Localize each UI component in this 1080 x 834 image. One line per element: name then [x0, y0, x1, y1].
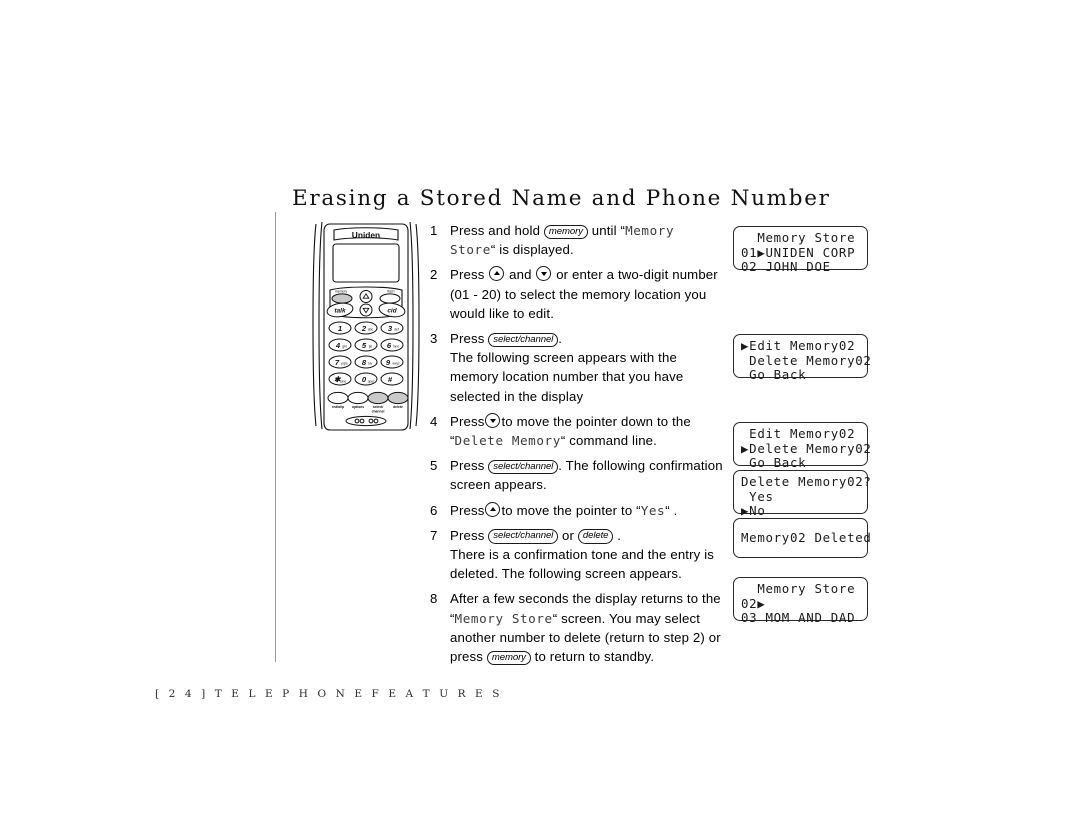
- lcd-quoted-text: Yes: [640, 502, 666, 518]
- svg-text:tuv: tuv: [368, 361, 373, 365]
- lcd-row: Delete Memory02?: [741, 474, 872, 489]
- svg-text:channel: channel: [372, 409, 385, 413]
- key-reference-select-channel: select/channel: [488, 459, 559, 475]
- lcd-row: 02 JOHN DOE: [741, 259, 831, 275]
- svg-text:pqrs: pqrs: [341, 361, 348, 365]
- phone-flash-key-label: flash: [387, 290, 394, 294]
- svg-text:delete: delete: [393, 405, 403, 409]
- lcd-row: Yes: [741, 488, 774, 504]
- up-arrow-icon: [485, 501, 501, 517]
- manual-page: Erasing a Stored Name and Phone Number U…: [0, 0, 1080, 834]
- phone-redial-key: [327, 391, 349, 405]
- svg-text:ghi: ghi: [342, 344, 347, 348]
- lcd-row: ▶No: [741, 503, 766, 519]
- step-number: 4: [430, 413, 438, 429]
- svg-text:options: options: [352, 405, 364, 409]
- svg-text:cid: cid: [387, 307, 397, 314]
- instruction-step: 4 Press to move the pointer down to the “D…: [430, 412, 725, 450]
- instruction-steps: 1 Press and hold memory until “Memory Sto…: [430, 221, 725, 672]
- lcd-row: 02▶: [741, 595, 766, 611]
- key-reference-memory: memory: [486, 650, 531, 666]
- instruction-step: 7 Press select/channel or delete . There …: [430, 526, 725, 584]
- lcd-row: 03 MOM AND DAD: [741, 610, 856, 626]
- instruction-step: 5 Press select/channel. The following con…: [430, 456, 725, 494]
- step-text: Press and hold memory until “Memory Stor…: [450, 223, 675, 258]
- instruction-step: 3 Press select/channel. The following scr…: [430, 329, 725, 406]
- lcd-row: Memory Store: [741, 581, 856, 596]
- lcd-row: Delete Memory02: [741, 352, 872, 368]
- page-title: Erasing a Stored Name and Phone Number: [292, 186, 831, 211]
- lcd-row: Memory Store: [741, 230, 856, 245]
- phone-options-key: [347, 391, 369, 405]
- lcd-memory-deleted-message: Memory02 Deleted: [733, 518, 871, 558]
- phone-memory-key: [331, 293, 353, 304]
- vertical-divider: [275, 212, 276, 662]
- phone-down-key: [359, 303, 373, 317]
- step-text: Press select/channel. The following scre…: [450, 331, 684, 404]
- page-footer: [ 2 4 ] T E L E P H O N E F E A T U R E …: [155, 688, 503, 700]
- step-number: 2: [430, 267, 438, 283]
- svg-text:oper: oper: [368, 380, 376, 384]
- step-number: 8: [430, 591, 438, 607]
- down-arrow-icon: [485, 412, 501, 428]
- lcd-delete-confirmation: Delete Memory02? Yes ▶No: [733, 470, 872, 518]
- instruction-step: 6 Press to move the pointer to “Yes“ .: [430, 501, 725, 520]
- phone-illustration: Uniden memory flash talk cid 1 2 3 4 5 6…: [310, 218, 422, 436]
- svg-text:jkl: jkl: [368, 344, 372, 348]
- lcd-row: 01▶UNIDEN CORP: [741, 244, 856, 260]
- step-number: 5: [430, 458, 438, 474]
- phone-up-key: [359, 290, 373, 303]
- step-text: Press select/channel. The following conf…: [450, 458, 723, 493]
- lcd-quoted-text: Memory Store: [454, 610, 553, 626]
- lcd-quoted-text: Delete Memory: [454, 433, 561, 449]
- svg-text:wxyz: wxyz: [392, 361, 400, 365]
- lcd-row: Memory02 Deleted: [741, 529, 872, 545]
- lcd-edit-memory-menu: ▶Edit Memory02 Delete Memory02 Go Back: [733, 334, 872, 382]
- lcd-delete-memory-menu: Edit Memory02 ▶Delete Memory02 Go Back: [733, 422, 872, 470]
- phone-select-channel-key: [367, 391, 389, 405]
- step-text: Press to move the pointer down to the “De…: [450, 412, 691, 449]
- svg-text:1: 1: [338, 324, 342, 333]
- svg-text:def: def: [394, 327, 399, 331]
- svg-text:talk: talk: [334, 307, 345, 314]
- svg-text:2: 2: [361, 324, 367, 333]
- key-reference-delete: delete: [577, 529, 614, 544]
- key-reference-memory: memory: [543, 224, 588, 239]
- step-number: 3: [430, 331, 438, 347]
- svg-text:select/: select/: [373, 405, 384, 409]
- instruction-step: 1 Press and hold memory until “Memory Sto…: [430, 221, 725, 259]
- phone-flash-key: [379, 293, 401, 304]
- instruction-step: 8 After a few seconds the display returns…: [430, 589, 725, 666]
- step-text: Press to move the pointer to “Yes“ .: [450, 501, 678, 518]
- lcd-row: ▶Delete Memory02: [741, 440, 872, 456]
- lcd-row: Go Back: [741, 455, 807, 471]
- step-text: Press select/channel or delete . There i…: [450, 527, 715, 582]
- down-arrow-icon: [536, 266, 552, 282]
- step-text: After a few seconds the display returns …: [450, 591, 721, 666]
- phone-memory-key-label: memory: [335, 290, 348, 294]
- phone-brand-label: Uniden: [352, 230, 380, 240]
- up-arrow-icon: [489, 266, 505, 282]
- step-number: 1: [430, 223, 438, 238]
- lcd-row: ▶Edit Memory02: [741, 338, 856, 353]
- instruction-step: 2 Press and or enter a two-digit number (…: [430, 265, 725, 323]
- key-reference-select-channel: select/channel: [488, 332, 559, 348]
- lcd-memory-store-initial: Memory Store 01▶UNIDEN CORP 02 JOHN DOE: [733, 226, 868, 274]
- lcd-row: Edit Memory02: [741, 426, 856, 441]
- key-reference-select-channel: select/channel: [488, 529, 559, 544]
- svg-text:abc: abc: [368, 327, 374, 331]
- lcd-row: Go Back: [741, 367, 807, 383]
- svg-text:4: 4: [335, 341, 341, 350]
- svg-text:mno: mno: [393, 344, 400, 348]
- lcd-memory-store-after-delete: Memory Store 02▶ 03 MOM AND DAD: [733, 577, 868, 625]
- phone-delete-key: [387, 391, 409, 405]
- step-text: Press and or enter a two-digit number (0…: [450, 266, 718, 321]
- step-number: 7: [430, 527, 438, 543]
- svg-text:redial/p: redial/p: [332, 405, 344, 409]
- step-number: 6: [430, 502, 438, 518]
- svg-text:tone: tone: [340, 380, 347, 384]
